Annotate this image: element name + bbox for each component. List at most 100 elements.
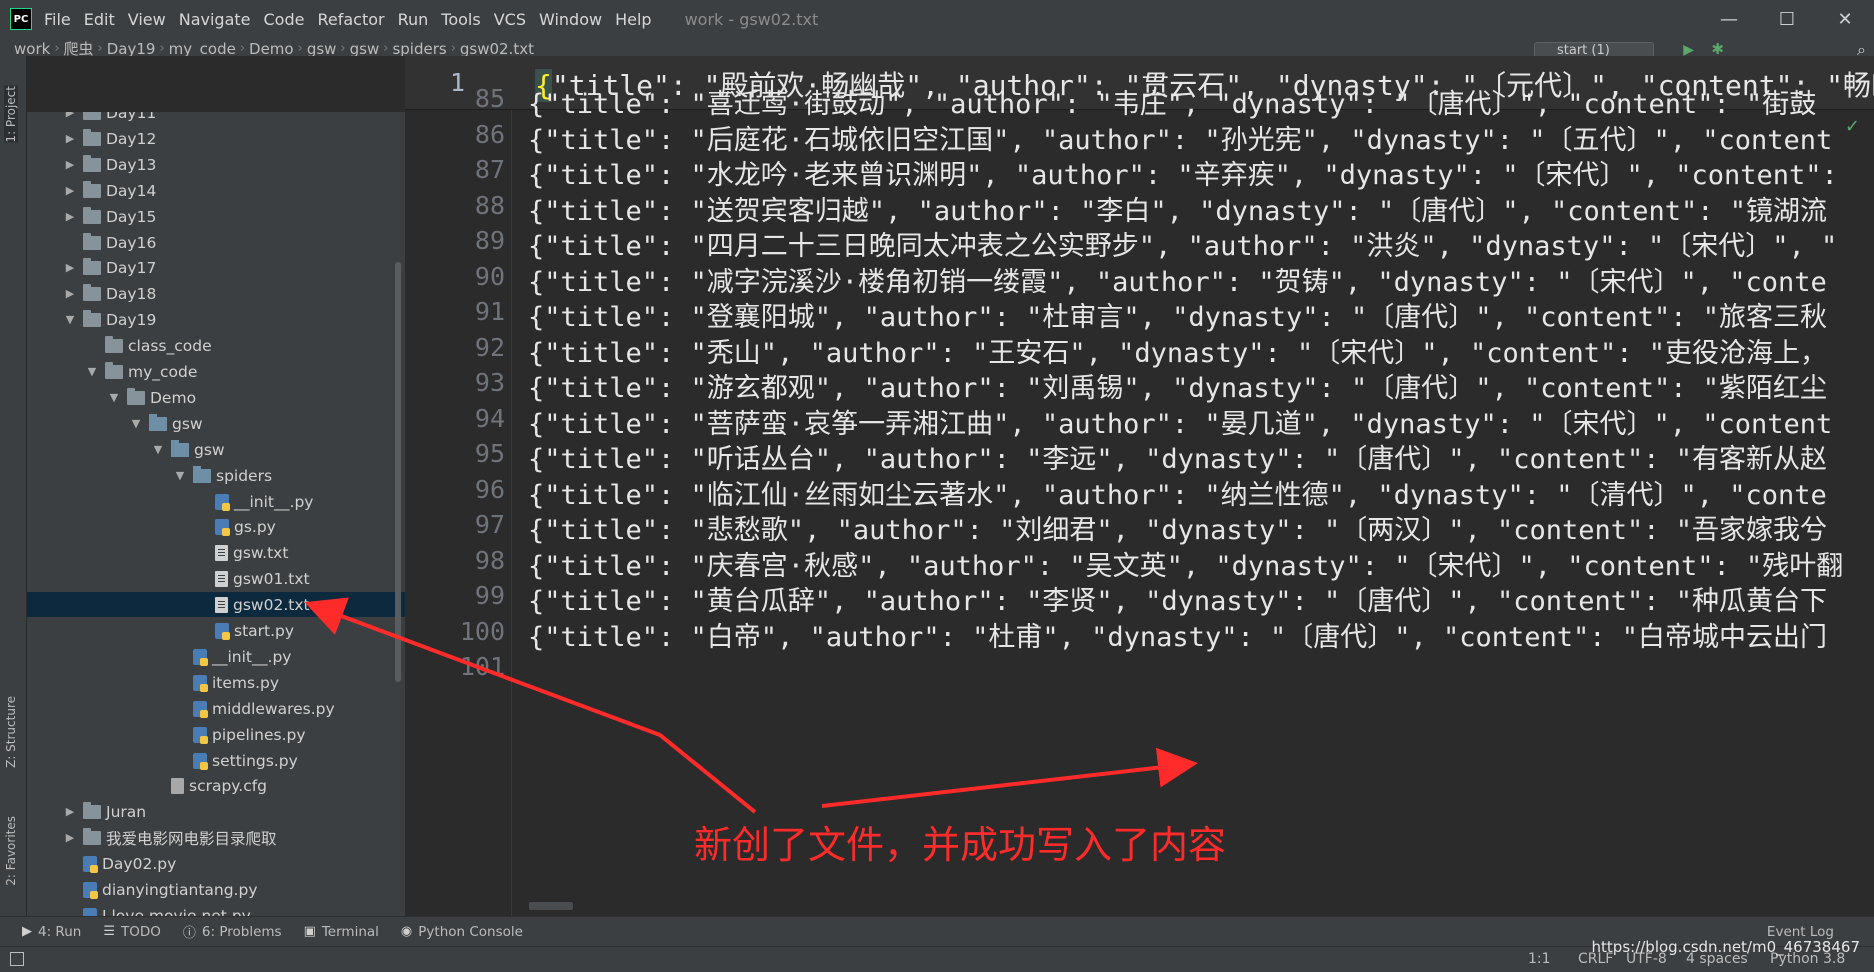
tree-item[interactable]: ▶pipelines.py [27,722,405,747]
tree-item[interactable]: ▶ Day17 [27,255,405,280]
chevron-right-icon[interactable]: ▶ [63,158,77,171]
tree-item[interactable]: ▶__init__.py [27,644,405,669]
tree-item[interactable]: ▶class_code [27,333,405,358]
caret-position[interactable]: 1:1 [1528,951,1551,967]
code-line[interactable]: {"title": "减字浣溪沙·楼角初销一缕霞", "author": "贺铸… [528,260,1827,299]
breadcrumb-item[interactable]: gsw [307,42,337,57]
tree-item[interactable]: ▶dianyingtiantang.py [27,877,405,902]
structure-tool-tab[interactable]: Z: Structure [4,696,18,768]
chevron-right-icon[interactable]: ▶ [63,287,77,300]
tree-item[interactable]: ▶ Day12 [27,126,405,151]
menu-edit[interactable]: Edit [84,10,115,29]
code-line[interactable]: {"title": "后庭花·石城依旧空江国", "author": "孙光宪"… [528,118,1832,157]
tree-item[interactable]: ▶items.py [27,670,405,695]
menu-refactor[interactable]: Refactor [317,10,384,29]
vertical-scrollbar[interactable] [1862,110,1874,916]
tree-item[interactable]: ▶gsw02.txt [27,592,405,617]
close-button[interactable]: ✕ [1816,0,1874,38]
menu-run[interactable]: Run [398,10,429,29]
tree-item[interactable]: ▶gs.py [27,514,405,539]
chevron-right-icon[interactable]: ▶ [63,132,77,145]
layout-toggle-icon[interactable] [10,952,24,966]
code-line[interactable]: {"title": "听话丛台", "author": "李远", "dynas… [528,437,1827,476]
menu-view[interactable]: View [128,10,166,29]
chevron-right-icon[interactable]: ▶ [63,184,77,197]
breadcrumb-item[interactable]: gsw02.txt [460,42,534,57]
problems-tool-tab[interactable]: ⓘ 6: Problems [183,922,282,942]
code-line[interactable]: {"title": "黄台瓜辞", "author": "李贤", "dynas… [528,579,1827,618]
chevron-down-icon[interactable]: ▼ [63,313,77,326]
run-tool-tab[interactable]: ▶ 4: Run [22,924,81,940]
menu-vcs[interactable]: VCS [494,10,526,29]
code-line[interactable]: {"title": "四月二十三日晚同太冲表之公实野步", "author": … [528,224,1837,263]
code-line[interactable]: {"title": "水龙吟·老来曾识渊明", "author": "辛弃疾",… [528,153,1838,192]
code-line[interactable]: {"title": "登襄阳城", "author": "杜审言", "dyna… [528,295,1827,334]
tree-item[interactable]: ▶ Day15 [27,204,405,229]
tree-item[interactable]: ▶ 我爱电影网电影目录爬取 [27,825,405,850]
tree-item[interactable]: ▶gsw.txt [27,540,405,565]
tree-item[interactable]: ▶I love movie net.py [27,903,405,916]
tree-item[interactable]: ▶ Day18 [27,281,405,306]
chevron-right-icon[interactable]: ▶ [63,805,77,818]
chevron-down-icon[interactable]: ▼ [151,443,165,456]
chevron-right-icon[interactable]: ▶ [63,261,77,274]
python-console-tool-tab[interactable]: ◉ Python Console [401,924,523,940]
breadcrumb-item[interactable]: my_code [169,42,236,57]
chevron-right-icon[interactable]: ▶ [63,831,77,844]
tree-item[interactable]: ▼ spiders [27,463,405,488]
minimize-button[interactable]: — [1700,0,1758,38]
run-icon[interactable]: ▶ [1683,42,1694,56]
tree-item[interactable]: ▶scrapy.cfg [27,773,405,798]
tree-item[interactable]: ▶ Day11 [27,112,405,125]
editor[interactable]: 1 {"title": "殿前欢·畅幽哉", "author": "贯云石", … [405,56,1874,916]
tree-item[interactable]: ▶settings.py [27,748,405,773]
favorites-tool-tab[interactable]: 2: Favorites [4,816,18,886]
tree-item[interactable]: ▶Day02.py [27,851,405,876]
menu-help[interactable]: Help [615,10,651,29]
chevron-down-icon[interactable]: ▼ [129,417,143,430]
project-scrollbar[interactable] [395,262,401,682]
tree-item[interactable]: ▶Day16 [27,230,405,255]
run-config-select[interactable]: start (1) [1534,42,1654,56]
tree-item[interactable]: ▶middlewares.py [27,696,405,721]
breadcrumb-item[interactable]: gsw [350,42,380,57]
code-line[interactable]: {"title": "游玄都观", "author": "刘禹锡", "dyna… [528,366,1827,405]
code-line[interactable]: {"title": "菩萨蛮·哀筝一弄湘江曲", "author": "晏几道"… [528,402,1832,441]
menu-navigate[interactable]: Navigate [179,10,251,29]
tree-item[interactable]: ▶gsw01.txt [27,566,405,591]
code-line[interactable]: {"title": "白帝", "author": "杜甫", "dynasty… [528,615,1827,654]
chevron-down-icon[interactable]: ▼ [107,391,121,404]
breadcrumb-item[interactable]: work [14,42,50,57]
code-line[interactable]: {"title": "悲愁歌", "author": "刘细君", "dynas… [528,508,1827,547]
menu-window[interactable]: Window [539,10,602,29]
code-line[interactable]: {"title": "秃山", "author": "王安石", "dynast… [528,331,1827,370]
tree-item[interactable]: ▼ gsw [27,411,405,436]
search-icon[interactable]: ⌕ [1857,40,1866,56]
maximize-button[interactable]: ☐ [1758,0,1816,38]
breadcrumb-item[interactable]: Day19 [107,42,156,57]
tree-item[interactable]: ▼ Demo [27,385,405,410]
chevron-down-icon[interactable]: ▼ [85,365,99,378]
tree-item[interactable]: ▼ gsw [27,437,405,462]
chevron-down-icon[interactable]: ▼ [173,469,187,482]
code-line[interactable]: {"title": "庆春宫·秋感", "author": "吴文英", "dy… [528,544,1843,583]
menu-tools[interactable]: Tools [441,10,480,29]
debug-icon[interactable]: ✱ [1711,40,1724,56]
tree-item[interactable]: ▶__init__.py [27,489,405,514]
horizontal-scrollbar[interactable] [529,902,573,910]
terminal-tool-tab[interactable]: ▣ Terminal [304,924,379,940]
tree-item[interactable]: ▼ Day19 [27,307,405,332]
code-line[interactable]: {"title": "送贺宾客归越", "author": "李白", "dyn… [528,189,1827,228]
todo-tool-tab[interactable]: ☰ TODO [103,924,161,940]
chevron-right-icon[interactable]: ▶ [63,112,77,119]
menu-file[interactable]: File [44,10,71,29]
breadcrumb-item[interactable]: Demo [249,42,294,57]
menu-code[interactable]: Code [264,10,305,29]
tree-item[interactable]: ▼ my_code [27,359,405,384]
tree-item[interactable]: ▶ Day13 [27,152,405,177]
chevron-right-icon[interactable]: ▶ [63,210,77,223]
code-line[interactable]: {"title": "喜迁莺·街鼓动", "author": "韦庄", "dy… [528,82,1816,121]
breadcrumb-item[interactable]: 爬虫 [64,42,94,57]
code-line[interactable]: {"title": "临江仙·丝雨如尘云著水", "author": "纳兰性德… [528,473,1827,512]
tree-item[interactable]: ▶ Juran [27,799,405,824]
